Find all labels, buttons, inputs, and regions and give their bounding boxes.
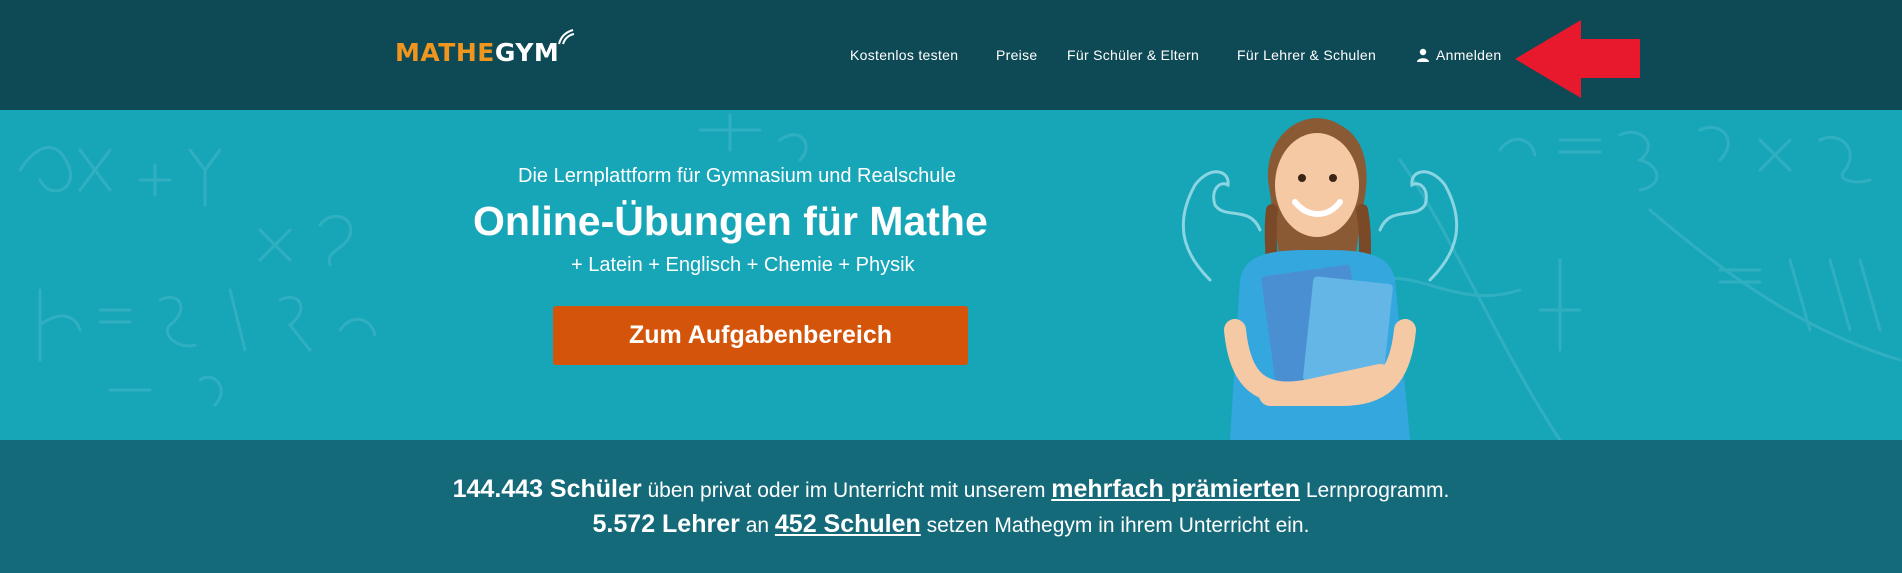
nav-anmelden[interactable]: Anmelden [1417,47,1502,63]
stats-banner: 144.443 Schüler üben privat oder im Unte… [0,440,1902,573]
teachers-text-2: setzen Mathegym in ihrem Unterricht ein. [920,514,1310,537]
students-count: 144.443 Schüler [452,475,642,503]
hero-subjects: + Latein + Englisch + Chemie + Physik [571,254,915,276]
teachers-count: 5.572 Lehrer [592,510,740,538]
hero-headline: Online-Übungen für Mathe [473,198,988,244]
logo-text-mathe: MATHE [395,38,495,67]
mathegym-logo[interactable]: MATHEGYM [395,29,575,67]
nav-fuer-lehrer-schulen[interactable]: Für Lehrer & Schulen [1237,47,1376,63]
red-arrow-annotation-icon [1515,20,1640,98]
teachers-text-1: an [739,514,775,537]
nav-preise[interactable]: Preise [996,47,1037,63]
nav-fuer-schueler-eltern[interactable]: Für Schüler & Eltern [1067,47,1199,63]
user-icon [1417,48,1429,62]
nav-kostenlos-testen[interactable]: Kostenlos testen [850,47,958,63]
girl-with-books-image [1181,118,1459,440]
stats-students-line: 144.443 Schüler üben privat oder im Unte… [0,475,1902,504]
zum-aufgabenbereich-button[interactable]: Zum Aufgabenbereich [553,306,968,365]
anmelden-label: Anmelden [1436,47,1502,63]
students-text-1: üben privat oder im Unterricht mit unser… [641,479,1052,502]
header: MATHEGYM Kostenlos testen Preise Für Sch… [0,0,1902,110]
hero-section: Die Lernplattform für Gymnasium und Real… [0,110,1902,440]
schools-link[interactable]: 452 Schulen [775,510,921,538]
hero-subtitle: Die Lernplattform für Gymnasium und Real… [518,165,956,187]
stats-teachers-line: 5.572 Lehrer an 452 Schulen setzen Mathe… [0,510,1902,539]
students-text-2: Lernprogramm. [1299,479,1450,502]
logo-wings-icon [558,29,575,45]
logo-text-gym: GYM [494,38,560,67]
chalkboard-formulas-background [18,113,1902,440]
mehrfach-praemiert-link[interactable]: mehrfach prämierten [1051,475,1300,503]
